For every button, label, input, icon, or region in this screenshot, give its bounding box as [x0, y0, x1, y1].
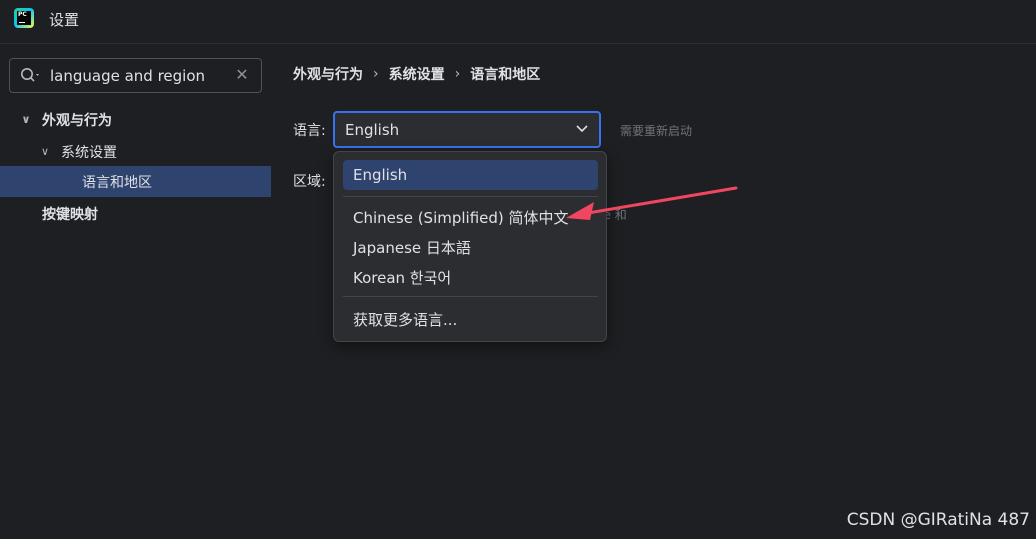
window-title: 设置 [49, 11, 80, 29]
region-label: 区域: [293, 174, 326, 190]
language-option-japanese[interactable]: Japanese 日本語 [343, 232, 598, 262]
chevron-right-icon: › [454, 66, 461, 82]
tree-item-system-settings[interactable]: ∨ 系统设置 [0, 136, 271, 167]
close-icon[interactable]: ✕ [233, 66, 251, 84]
get-more-languages-link[interactable]: 获取更多语言... [343, 304, 598, 334]
tree-item-label: 按键映射 [42, 206, 98, 223]
tree-item-keymap[interactable]: 按键映射 [0, 198, 271, 229]
chevron-down-icon[interactable] [575, 124, 589, 134]
annotation-arrow [566, 186, 738, 220]
tree-item-label: 系统设置 [61, 144, 117, 161]
restart-required-note: 需要重新启动 [620, 124, 693, 138]
chevron-right-icon: › [373, 66, 379, 82]
language-option-korean[interactable]: Korean 한국어 [343, 262, 598, 292]
language-label: 语言: [293, 123, 326, 139]
chevron-down-icon[interactable]: ∨ [37, 145, 53, 158]
search-input[interactable] [50, 65, 230, 87]
breadcrumb-item[interactable]: 系统设置 [389, 64, 445, 84]
breadcrumb-item: 语言和地区 [470, 67, 541, 83]
language-select[interactable]: English [333, 111, 601, 148]
tree-item-label: 语言和地区 [82, 174, 152, 191]
chevron-down-icon[interactable]: ∨ [18, 113, 34, 126]
breadcrumb: 外观与行为 › 系统设置 › 语言和地区 [293, 64, 540, 84]
language-select-value: English [345, 121, 400, 139]
title-bar: PC 设置 [0, 0, 1036, 44]
watermark: CSDN @GIRatiNa 487 [846, 510, 1030, 530]
tree-item-language-region[interactable]: 语言和地区 [0, 166, 271, 197]
search-icon[interactable] [20, 67, 42, 85]
tree-item-appearance-behavior[interactable]: ∨ 外观与行为 [0, 104, 271, 135]
settings-search-box[interactable]: ✕ [9, 58, 262, 93]
pycharm-icon: PC [14, 8, 34, 28]
divider [343, 296, 598, 297]
tree-item-label: 外观与行为 [42, 112, 112, 129]
breadcrumb-item[interactable]: 外观与行为 [293, 64, 363, 84]
language-dropdown: English Chinese (Simplified) 简体中文 Japane… [333, 151, 607, 342]
settings-sidebar: ✕ ∨ 外观与行为 ∨ 系统设置 语言和地区 按键映射 [0, 45, 271, 539]
